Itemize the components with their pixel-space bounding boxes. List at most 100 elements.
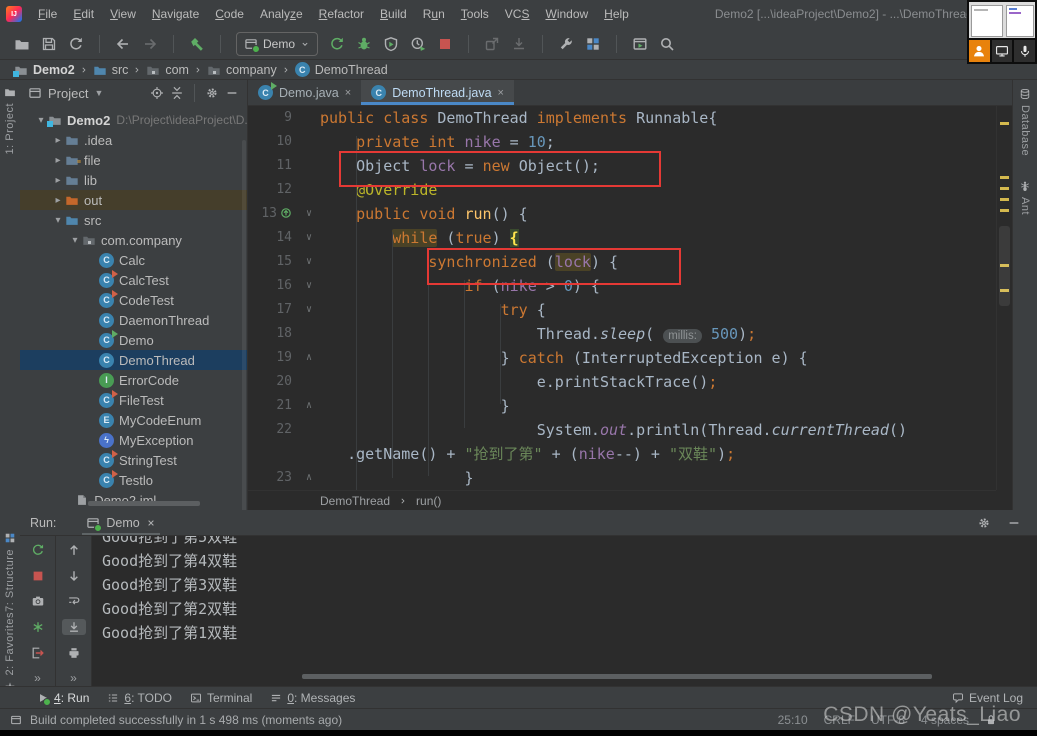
code-line[interactable]: 21 ∧ } [248,394,996,418]
tree-item-demo2-iml[interactable]: Demo2.iml [20,490,247,510]
run-with-coverage-button[interactable] [383,36,399,52]
tree-item-mycodeenum[interactable]: E MyCodeEnum [20,410,247,430]
breadcrumb-method[interactable]: run() [416,494,441,508]
tool-button-database[interactable]: Database [1013,88,1037,156]
close-icon[interactable]: × [345,87,351,99]
breadcrumb-class[interactable]: DemoThread [320,494,390,508]
microphone-button[interactable] [1014,40,1036,62]
tree-item-myexception[interactable]: ϟ MyException [20,430,247,450]
tool-button-ant[interactable]: Ant [1013,180,1037,215]
code-line[interactable]: 22 System.out.println(Thread.currentThre… [248,418,996,442]
run-tab-demo[interactable]: Demo [82,510,159,535]
project-horizontal-scrollbar[interactable] [88,501,200,506]
tree-item-demo2[interactable]: ▾ Demo2 D:\Project\ideaProject\D... [20,110,247,130]
menu-window[interactable]: Window [537,0,596,28]
breadcrumb-item-com[interactable]: com [146,63,189,77]
tree-expander[interactable]: ▸ [51,175,65,186]
tree-expander[interactable]: ▸ [51,155,65,166]
ide-settings-button[interactable] [558,36,574,52]
stop-button[interactable] [26,568,50,584]
console-horizontal-scrollbar[interactable] [302,674,932,679]
run-button[interactable] [329,36,345,52]
fold-marker[interactable]: ∨ [298,298,320,322]
hide-panel-icon[interactable] [1007,516,1021,530]
tree-item-errorcode[interactable]: I ErrorCode [20,370,247,390]
tree-item-file[interactable]: ▸ ≡ file [20,150,247,170]
rerun-button[interactable] [26,542,50,558]
tree-item-testlo[interactable]: C Testlo [20,469,247,490]
breadcrumb-item-company[interactable]: company [207,63,277,77]
more-button[interactable]: » [62,670,86,686]
editor-tab-demothread-java[interactable]: C DemoThread.java × [361,80,514,105]
menu-tools[interactable]: Tools [453,0,497,28]
debug-button[interactable] [356,36,372,52]
build-button[interactable] [189,36,205,52]
tree-item-demo[interactable]: C Demo [20,329,247,350]
tool-window-button-terminal[interactable]: Terminal [181,687,261,708]
close-icon[interactable]: × [498,87,504,99]
profiler-button[interactable] [410,36,426,52]
tree-item-calctest[interactable]: C CalcTest [20,269,247,290]
gear-icon[interactable] [977,516,991,530]
status-widget-0[interactable]: 25:10 [778,713,808,727]
stop-button[interactable] [437,36,453,52]
tree-item-src[interactable]: ▾ src [20,210,247,230]
code-line[interactable]: 20 e.printStackTrace(); [248,370,996,394]
tool-window-button-6-todo[interactable]: 6: TODO [98,687,181,708]
breadcrumb-item-demothread[interactable]: C DemoThread [294,62,388,77]
menu-navigate[interactable]: Navigate [144,0,207,28]
tree-item-stringtest[interactable]: C StringTest [20,449,247,470]
error-stripe[interactable] [996,106,1012,490]
snapshot-button[interactable] [26,593,50,609]
code-line[interactable]: 18 Thread.sleep( millis: 500); [248,322,996,346]
menu-edit[interactable]: Edit [65,0,102,28]
presenter-button[interactable] [969,40,990,62]
tool-button-project[interactable]: 1: Project [0,86,20,154]
code-line[interactable]: 17 ∨ try { [248,298,996,322]
locate-file-icon[interactable] [150,86,164,100]
search-everywhere-button[interactable] [659,36,675,52]
print-button[interactable] [62,645,86,661]
tree-item-demothread[interactable]: C DemoThread [20,350,247,370]
menu-file[interactable]: File [30,0,65,28]
menu-run[interactable]: Run [415,0,453,28]
tree-item-calc[interactable]: C Calc [20,250,247,270]
code-line[interactable]: .getName() + "抢到了第" + (nike--) + "双鞋"); [248,442,996,466]
tree-expander[interactable]: ▾ [34,115,48,126]
run-console[interactable]: Good抢到了第5双鞋 Good抢到了第4双鞋 Good抢到了第3双鞋 Good抢到了… [92,536,1037,686]
save-all-button[interactable] [41,36,57,52]
tool-window-button-0-messages[interactable]: 0: Messages [261,687,364,708]
close-icon[interactable] [146,518,156,528]
scroll-to-end-button[interactable] [61,619,86,635]
menu-build[interactable]: Build [372,0,415,28]
editor-scrollbar-thumb[interactable] [999,226,1010,306]
override-gutter-icon[interactable] [280,207,292,219]
code-line[interactable]: 14 ∨ while (true) { [248,226,996,250]
collapse-all-icon[interactable] [170,86,184,100]
tree-item-com-company[interactable]: ▾ com.company [20,230,247,250]
tree-item-codetest[interactable]: C CodeTest [20,289,247,310]
exit-button[interactable] [26,645,50,661]
more-button[interactable]: » [26,670,50,686]
fold-marker[interactable]: ∧ [298,466,320,490]
fold-marker[interactable]: ∧ [298,346,320,370]
menu-view[interactable]: View [102,0,144,28]
tree-expander[interactable]: ▾ [51,215,65,226]
tree-item-filetest[interactable]: C FileTest [20,389,247,410]
breadcrumb-item-demo2[interactable]: Demo2 [13,63,75,77]
fold-marker[interactable]: ∨ [298,202,320,226]
share-screen-button[interactable] [991,40,1013,62]
code-line[interactable]: 13 ∨ public void run() { [248,202,996,226]
fold-marker[interactable]: ∨ [298,274,320,298]
tree-item--idea[interactable]: ▸ .idea [20,130,247,150]
fold-marker[interactable]: ∨ [298,226,320,250]
code-line[interactable]: 19 ∧ } catch (InterruptedException e) { [248,346,996,370]
code-line[interactable]: 23 ∧ } [248,466,996,490]
hide-panel-icon[interactable] [225,86,239,100]
menu-code[interactable]: Code [207,0,252,28]
tree-expander[interactable]: ▸ [51,195,65,206]
prev-occurrence-button[interactable] [62,542,86,558]
fold-marker[interactable]: ∨ [298,250,320,274]
tool-window-button-4-run[interactable]: 4: Run [28,687,98,708]
breadcrumb-item-src[interactable]: src [93,63,128,77]
